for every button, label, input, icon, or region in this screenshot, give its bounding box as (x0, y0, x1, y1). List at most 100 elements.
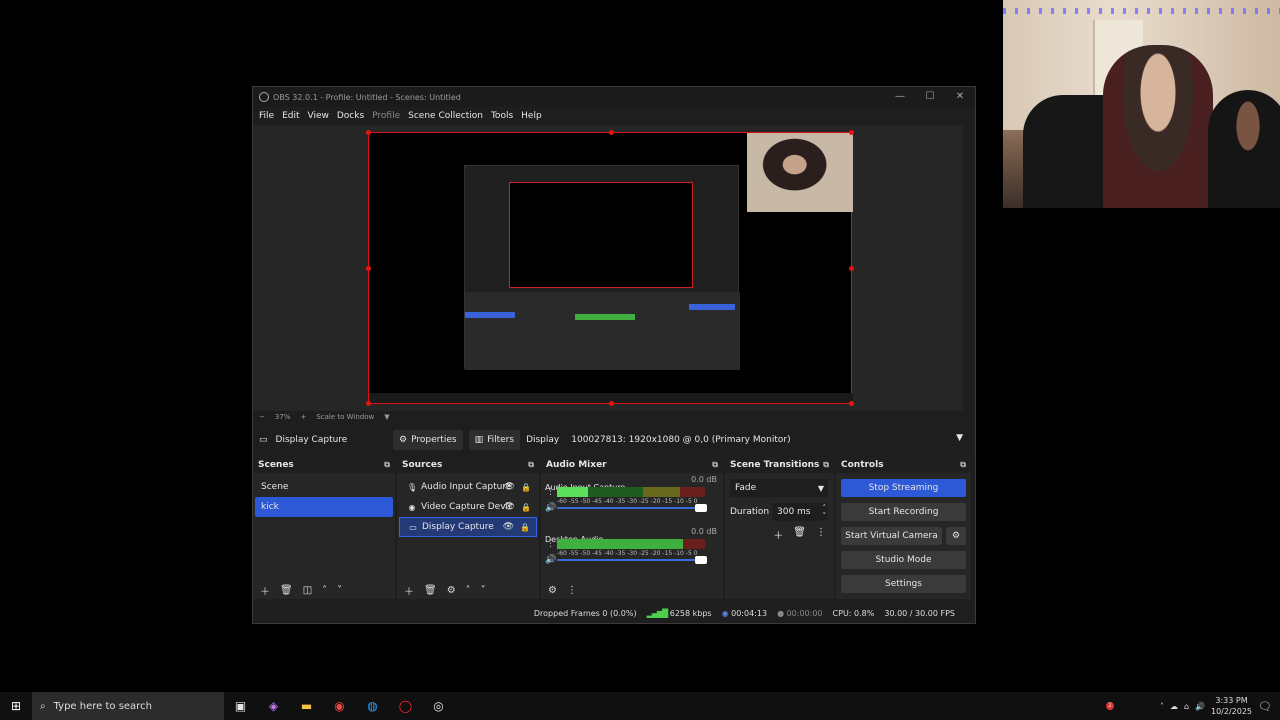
add-source-icon[interactable]: ＋ (404, 583, 414, 598)
undock-icon[interactable]: ⧉ (960, 460, 966, 470)
zoom-in-button[interactable]: + (300, 413, 306, 421)
transition-select[interactable]: Fade ▼ (730, 479, 828, 497)
close-button[interactable]: ✕ (945, 87, 975, 107)
lock-icon[interactable]: 🔒 (521, 503, 531, 512)
menu-tools[interactable]: Tools (491, 111, 513, 121)
task-view-icon[interactable]: ▣ (224, 699, 257, 713)
visibility-eye-icon[interactable]: 👁 (504, 482, 515, 492)
menu-view[interactable]: View (308, 111, 329, 121)
menu-docks[interactable]: Docks (337, 111, 364, 121)
volume-knob[interactable] (695, 556, 707, 564)
preview-area[interactable] (253, 125, 963, 411)
maximize-button[interactable]: ☐ (915, 87, 945, 107)
system-tray: 2 ˄ ☁ ⌂ 🔊 3:33 PM 10/2/2025 🗨 (1105, 692, 1280, 720)
studio-mode-button[interactable]: Studio Mode (841, 551, 966, 569)
obs-taskbar-icon[interactable]: ◎ (422, 699, 455, 713)
taskbar-clock[interactable]: 3:33 PM 10/2/2025 (1211, 695, 1252, 717)
scene-item[interactable]: Scene (255, 477, 393, 497)
start-recording-button[interactable]: Start Recording (841, 503, 966, 521)
display-select[interactable]: 100027813: 1920x1080 @ 0,0 (Primary Moni… (567, 430, 967, 450)
scene-filters-icon[interactable]: ◫ (303, 585, 312, 596)
volume-icon[interactable]: 🔊 (1195, 702, 1205, 711)
scale-to-window-label[interactable]: Scale to Window (316, 413, 374, 421)
minimize-button[interactable]: — (885, 87, 915, 107)
channel-menu-icon[interactable]: ⋮ (546, 487, 555, 497)
properties-button[interactable]: ⚙ Properties (393, 430, 463, 450)
transition-menu-icon[interactable]: ⋮ (816, 527, 826, 542)
opera-gx-icon[interactable]: ◯ (389, 699, 422, 713)
taskbar-search[interactable]: ⌕ Type here to search (32, 692, 224, 720)
lock-icon[interactable]: 🔒 (521, 483, 531, 492)
volume-slider[interactable] (557, 556, 707, 564)
menu-scene-collection[interactable]: Scene Collection (408, 111, 483, 121)
source-item-selected[interactable]: ▭ Display Capture 👁 🔒 (399, 517, 537, 537)
move-down-icon[interactable]: ˅ (337, 585, 342, 596)
nested-stream-button (689, 304, 735, 310)
move-up-icon[interactable]: ˄ (322, 585, 327, 596)
audio-mixer-dock: Audio Mixer ⧉ Audio Input Capture 0.0 dB… (541, 457, 723, 599)
led-lights (1003, 8, 1280, 14)
advanced-audio-icon[interactable]: ⚙ (548, 585, 557, 596)
zoom-bar: − 37% + Scale to Window ▼ (253, 411, 975, 423)
tray-chevron-icon[interactable]: ˄ (1160, 702, 1164, 711)
source-properties-icon[interactable]: ⚙ (447, 585, 456, 596)
move-up-icon[interactable]: ˄ (466, 585, 471, 596)
zoom-out-button[interactable]: − (259, 413, 265, 421)
volume-slider[interactable] (557, 504, 707, 512)
duration-input[interactable]: 300 ms ˄ ˅ (772, 503, 828, 521)
status-bar: Dropped Frames 0 (0.0%) ▂▄▆█ 6258 kbps ◉… (253, 604, 975, 622)
undock-icon[interactable]: ⧉ (712, 460, 718, 470)
resize-handle[interactable] (366, 130, 371, 135)
source-toolbar: ▭ Display Capture ⚙ Properties ▥ Filters… (253, 429, 975, 451)
edge-icon[interactable]: ◍ (356, 699, 389, 713)
undock-icon[interactable]: ⧉ (384, 460, 390, 470)
resize-handle[interactable] (366, 401, 371, 406)
mixer-menu-icon[interactable]: ⋮ (567, 585, 577, 596)
filters-button[interactable]: ▥ Filters (468, 430, 521, 450)
file-explorer-icon[interactable]: ▬ (290, 699, 323, 713)
resize-handle[interactable] (849, 266, 854, 271)
preview-canvas[interactable] (366, 130, 854, 406)
visibility-eye-icon[interactable]: 👁 (504, 502, 515, 512)
menu-edit[interactable]: Edit (282, 111, 299, 121)
notifications-icon[interactable]: 🗨 (1258, 700, 1272, 713)
remove-scene-icon[interactable]: 🗑 (280, 585, 293, 596)
menu-profile[interactable]: Profile (372, 111, 400, 121)
settings-button[interactable]: Settings (841, 575, 966, 593)
copilot-icon[interactable]: ◈ (257, 699, 290, 713)
add-transition-icon[interactable]: ＋ (773, 527, 783, 542)
visibility-eye-icon[interactable]: 👁 (503, 522, 514, 532)
resize-handle[interactable] (609, 130, 614, 135)
chrome-icon[interactable]: ◉ (323, 699, 356, 713)
resize-handle[interactable] (849, 130, 854, 135)
remove-transition-icon[interactable]: 🗑 (793, 527, 806, 542)
move-down-icon[interactable]: ˅ (481, 585, 486, 596)
undock-icon[interactable]: ⧉ (528, 460, 534, 470)
stop-streaming-button[interactable]: Stop Streaming (841, 479, 966, 497)
source-item[interactable]: ◉ Video Capture Devic 👁 🔒 (399, 497, 537, 517)
add-scene-icon[interactable]: ＋ (260, 583, 270, 598)
lock-icon[interactable]: 🔒 (520, 523, 530, 532)
resize-handle[interactable] (609, 401, 614, 406)
menu-bar: File Edit View Docks Profile Scene Colle… (253, 107, 975, 125)
channel-menu-icon[interactable]: ⋮ (546, 539, 555, 549)
source-item[interactable]: 🎙 Audio Input Capture 👁 🔒 (399, 477, 537, 497)
network-icon[interactable]: ⌂ (1184, 702, 1189, 711)
stepper-icon[interactable]: ˄ ˅ (823, 504, 827, 520)
windows-start-icon[interactable]: ⊞ (0, 699, 32, 713)
menu-file[interactable]: File (259, 111, 274, 121)
scene-item-selected[interactable]: kick (255, 497, 393, 517)
menu-help[interactable]: Help (521, 111, 542, 121)
undock-icon[interactable]: ⧉ (823, 460, 829, 470)
resize-handle[interactable] (366, 266, 371, 271)
speaker-icon[interactable]: 🔊 (545, 555, 556, 565)
speaker-icon[interactable]: 🔊 (545, 503, 556, 513)
onedrive-icon[interactable]: ☁ (1170, 702, 1178, 711)
remove-source-icon[interactable]: 🗑 (424, 585, 437, 596)
virtual-camera-settings-icon[interactable]: ⚙ (946, 527, 966, 545)
start-virtual-camera-button[interactable]: Start Virtual Camera (841, 527, 942, 545)
mixer-channel: Audio Input Capture 0.0 dB ⋮ -60 -55 -50… (541, 473, 723, 525)
zoom-dropdown-icon[interactable]: ▼ (384, 413, 389, 421)
volume-knob[interactable] (695, 504, 707, 512)
resize-handle[interactable] (849, 401, 854, 406)
